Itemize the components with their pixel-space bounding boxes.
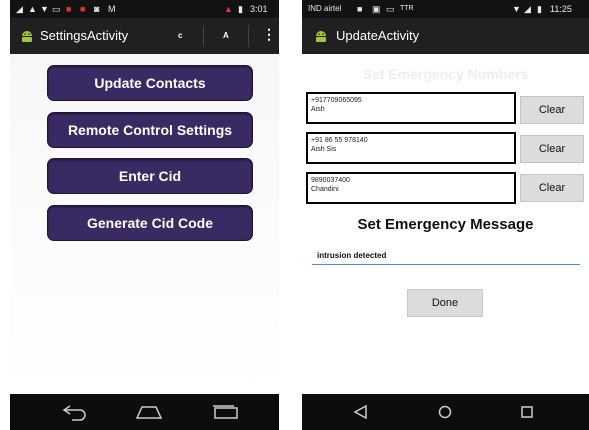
settings-content: Update Contacts Remote Control Settings … bbox=[10, 54, 279, 394]
android-icon bbox=[22, 31, 32, 42]
contact-field-2[interactable]: +91 86 55 978140 Aish Sis bbox=[306, 132, 516, 164]
recents-icon[interactable] bbox=[512, 402, 542, 422]
emergency-message-input[interactable]: intrusion detected bbox=[312, 249, 580, 265]
gmail-icon: M bbox=[108, 4, 116, 14]
done-button[interactable]: Done bbox=[407, 289, 483, 317]
app-bar: SettingsActivity c A ⋮ bbox=[10, 18, 279, 54]
emergency-message-heading: Set Emergency Message bbox=[357, 216, 534, 233]
contact-name: Aish Sis bbox=[311, 146, 337, 153]
clear-button-2[interactable]: Clear bbox=[520, 135, 584, 163]
home-icon[interactable] bbox=[430, 402, 460, 422]
status-bar: ◢ ▲ ▼ ▭ ■ ■ ◙ M ▲ ▮ 3:01 bbox=[10, 0, 279, 18]
warning-icon: ▲ bbox=[28, 4, 37, 14]
notification-icon: ■ bbox=[66, 4, 72, 14]
image-icon: ▣ bbox=[372, 4, 381, 14]
divider bbox=[248, 25, 249, 47]
remote-control-settings-button[interactable]: Remote Control Settings bbox=[47, 112, 253, 148]
carrier-name: IND airtel bbox=[308, 4, 342, 13]
alert-icon: ▲ bbox=[224, 4, 233, 14]
contact-name: Chandini bbox=[311, 186, 339, 193]
action-a-button[interactable]: A bbox=[223, 31, 229, 40]
image-icon: ▭ bbox=[52, 4, 61, 14]
navigation-bar bbox=[302, 394, 589, 430]
clear-button-1[interactable]: Clear bbox=[520, 96, 584, 124]
overflow-menu-icon[interactable]: ⋮ bbox=[262, 26, 276, 43]
network-label: TTR bbox=[400, 5, 414, 12]
wifi-icon: ▼ bbox=[40, 4, 49, 14]
app-bar: UpdateActivity bbox=[302, 18, 589, 54]
contact-number: +91 86 55 978140 bbox=[311, 137, 368, 144]
signal-icon: ◢ bbox=[524, 4, 531, 14]
android-icon bbox=[316, 31, 326, 42]
generate-cid-code-button[interactable]: Generate Cid Code bbox=[47, 205, 253, 241]
emergency-numbers-heading: Set Emergency Numbers bbox=[362, 66, 529, 82]
divider bbox=[203, 25, 204, 47]
contact-number: 9890037400 bbox=[311, 177, 350, 184]
contact-field-1[interactable]: +917709065095 Aish bbox=[306, 92, 516, 124]
contact-number: +917709065095 bbox=[311, 97, 362, 104]
battery-icon: ▮ bbox=[238, 4, 243, 14]
status-bar: IND airtel ■ ▣ ▭ TTR ▼ ◢ ▮ 11:25 bbox=[302, 0, 589, 18]
app-title: SettingsActivity bbox=[40, 28, 129, 43]
status-time: 11:25 bbox=[550, 4, 572, 14]
notification-icon: ■ bbox=[80, 4, 86, 14]
sync-icon: ◙ bbox=[94, 4, 100, 14]
app-title: UpdateActivity bbox=[336, 28, 420, 43]
signal-icon: ◢ bbox=[16, 4, 23, 14]
back-icon[interactable] bbox=[346, 402, 376, 422]
screenshot-icon: ▭ bbox=[386, 4, 395, 14]
navigation-bar bbox=[10, 394, 279, 430]
back-icon[interactable] bbox=[60, 402, 90, 422]
notification-icon: ■ bbox=[357, 4, 363, 14]
contact-name: Aish bbox=[311, 106, 325, 113]
clear-button-3[interactable]: Clear bbox=[520, 174, 584, 202]
update-activity-screen: IND airtel ■ ▣ ▭ TTR ▼ ◢ ▮ 11:25 UpdateA… bbox=[302, 0, 589, 430]
contact-field-3[interactable]: 9890037400 Chandini bbox=[306, 172, 516, 204]
recents-icon[interactable] bbox=[210, 402, 240, 422]
action-c-button[interactable]: c bbox=[178, 31, 182, 40]
update-contacts-button[interactable]: Update Contacts bbox=[47, 65, 253, 101]
enter-cid-button[interactable]: Enter Cid bbox=[47, 158, 253, 194]
update-content: Set Emergency Numbers +917709065095 Aish… bbox=[302, 54, 589, 394]
home-icon[interactable] bbox=[134, 402, 164, 422]
status-time: 3:01 bbox=[250, 4, 268, 14]
wifi-icon: ▼ bbox=[512, 4, 521, 14]
battery-icon: ▮ bbox=[537, 4, 542, 14]
settings-activity-screen: ◢ ▲ ▼ ▭ ■ ■ ◙ M ▲ ▮ 3:01 SettingsActivit… bbox=[10, 0, 279, 430]
